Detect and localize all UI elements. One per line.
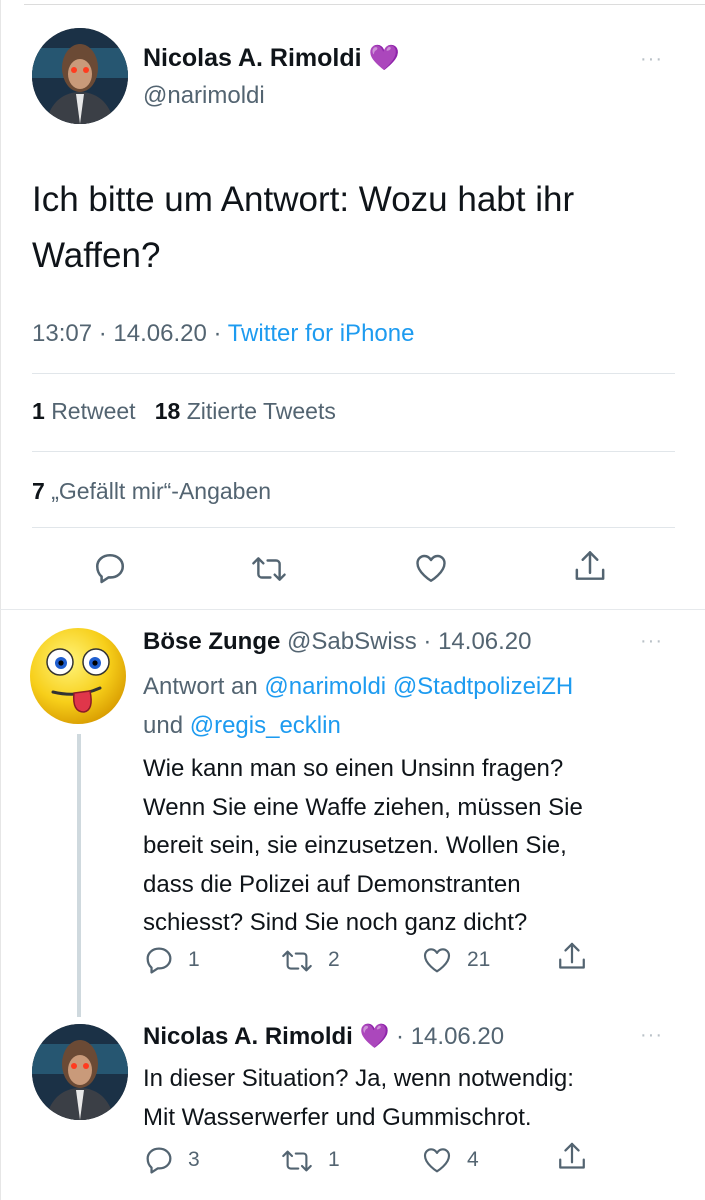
like-icon[interactable]: [412, 550, 450, 586]
more-icon[interactable]: ···: [640, 48, 663, 71]
reply-icon[interactable]: [143, 944, 175, 976]
likes-label: „Gefällt mir“-Angaben: [51, 478, 272, 504]
retweets-count: 1: [32, 398, 45, 424]
reply-author-name[interactable]: Böse Zunge: [143, 628, 280, 655]
retweets-stat[interactable]: 1 Retweet: [32, 398, 136, 424]
like-icon[interactable]: [420, 1144, 454, 1176]
top-divider: [24, 4, 705, 5]
reply-text-line: Mit Wasserwerfer und Gummischrot.: [143, 1103, 532, 1131]
likes-stat[interactable]: 7 „Gefällt mir“-Angaben: [32, 478, 271, 505]
mention-link[interactable]: @regis_ecklin: [190, 712, 341, 739]
likes-count: 7: [32, 478, 45, 504]
retweet-icon[interactable]: [280, 1146, 314, 1176]
more-icon[interactable]: ···: [640, 1024, 663, 1047]
quotes-count: 18: [154, 398, 181, 424]
tweet-text-line: Ich bitte um Antwort: Wozu habt ihr: [32, 180, 575, 219]
like-count: 21: [467, 948, 491, 971]
quotes-stat[interactable]: 18 Zitierte Tweets: [155, 398, 336, 424]
share-icon[interactable]: [556, 1140, 588, 1174]
and-word: und: [143, 712, 184, 739]
tweet-text-line: Waffen?: [32, 236, 161, 275]
replying-to: Antwort an @narimoldi @StadtpolizeiZH un…: [143, 667, 683, 745]
reply-text-line: Wenn Sie eine Waffe ziehen, müssen Sie: [143, 793, 583, 821]
author-name-row[interactable]: Nicolas A. Rimoldi 💜: [143, 44, 400, 73]
retweet-icon[interactable]: [250, 552, 288, 586]
mention-link[interactable]: @narimoldi: [264, 673, 386, 700]
mention-link[interactable]: @StadtpolizeiZH: [393, 673, 573, 700]
author-avatar[interactable]: [32, 28, 128, 124]
divider: [32, 527, 675, 528]
thread-line: [77, 734, 81, 1017]
tweet-text: Ich bitte um Antwort: Wozu habt ihr Waff…: [32, 172, 574, 284]
like-icon[interactable]: [420, 944, 454, 976]
reply-author-name[interactable]: Nicolas A. Rimoldi: [143, 1023, 353, 1050]
reply-text-line: bereit sein, sie einzusetzen. Wollen Sie…: [143, 832, 567, 859]
divider: [32, 373, 675, 374]
tweet-timestamp[interactable]: 13:07 · 14.06.20 ·: [32, 320, 221, 347]
divider: [32, 451, 675, 452]
author-handle[interactable]: @narimoldi: [143, 82, 265, 110]
purple-heart-icon: 💜: [359, 1023, 390, 1050]
reply-text-line: Wie kann man so einen Unsinn fragen?: [143, 755, 564, 782]
reply-text-line: In dieser Situation? Ja, wenn notwendig:: [143, 1065, 574, 1092]
engagement-stats: 1 Retweet 18 Zitierte Tweets: [32, 398, 336, 425]
reply-handle-date[interactable]: @SabSwiss · 14.06.20: [287, 628, 532, 655]
reply-avatar[interactable]: [32, 1024, 128, 1120]
tweet-source-link[interactable]: Twitter for iPhone: [228, 320, 415, 347]
reply-count: 3: [188, 1148, 200, 1171]
reply-header: Böse Zunge @SabSwiss · 14.06.20: [143, 628, 532, 656]
reply-text-line: schiesst? Sind Sie noch ganz dicht?: [143, 909, 528, 936]
more-icon[interactable]: ···: [640, 630, 663, 653]
reply-text-line: dass die Polizei auf Demonstranten: [143, 870, 521, 898]
retweet-icon[interactable]: [280, 946, 314, 976]
reply-icon[interactable]: [92, 550, 128, 586]
tweet-meta: 13:07 · 14.06.20 · Twitter for iPhone: [32, 320, 414, 348]
reply-icon[interactable]: [143, 1144, 175, 1176]
retweets-label: Retweet: [51, 398, 136, 424]
reply-date[interactable]: · 14.06.20: [396, 1023, 504, 1050]
like-count: 4: [467, 1148, 479, 1171]
reply-text: In dieser Situation? Ja, wenn notwendig:…: [143, 1060, 574, 1137]
purple-heart-icon: 💜: [368, 44, 400, 72]
reply-count: 1: [188, 948, 200, 971]
reply-text: Wie kann man so einen Unsinn fragen? Wen…: [143, 750, 583, 943]
retweet-count: 1: [328, 1148, 340, 1171]
author-name[interactable]: Nicolas A. Rimoldi: [143, 44, 362, 72]
retweet-count: 2: [328, 948, 340, 971]
reply-avatar[interactable]: [28, 626, 128, 726]
quotes-label: Zitierte Tweets: [186, 398, 336, 424]
left-border: [0, 0, 1, 1200]
divider: [0, 609, 705, 610]
reply-header: Nicolas A. Rimoldi 💜 · 14.06.20: [143, 1022, 504, 1051]
share-icon[interactable]: [556, 940, 588, 974]
replying-prefix: Antwort an: [143, 673, 258, 700]
share-icon[interactable]: [572, 548, 608, 586]
